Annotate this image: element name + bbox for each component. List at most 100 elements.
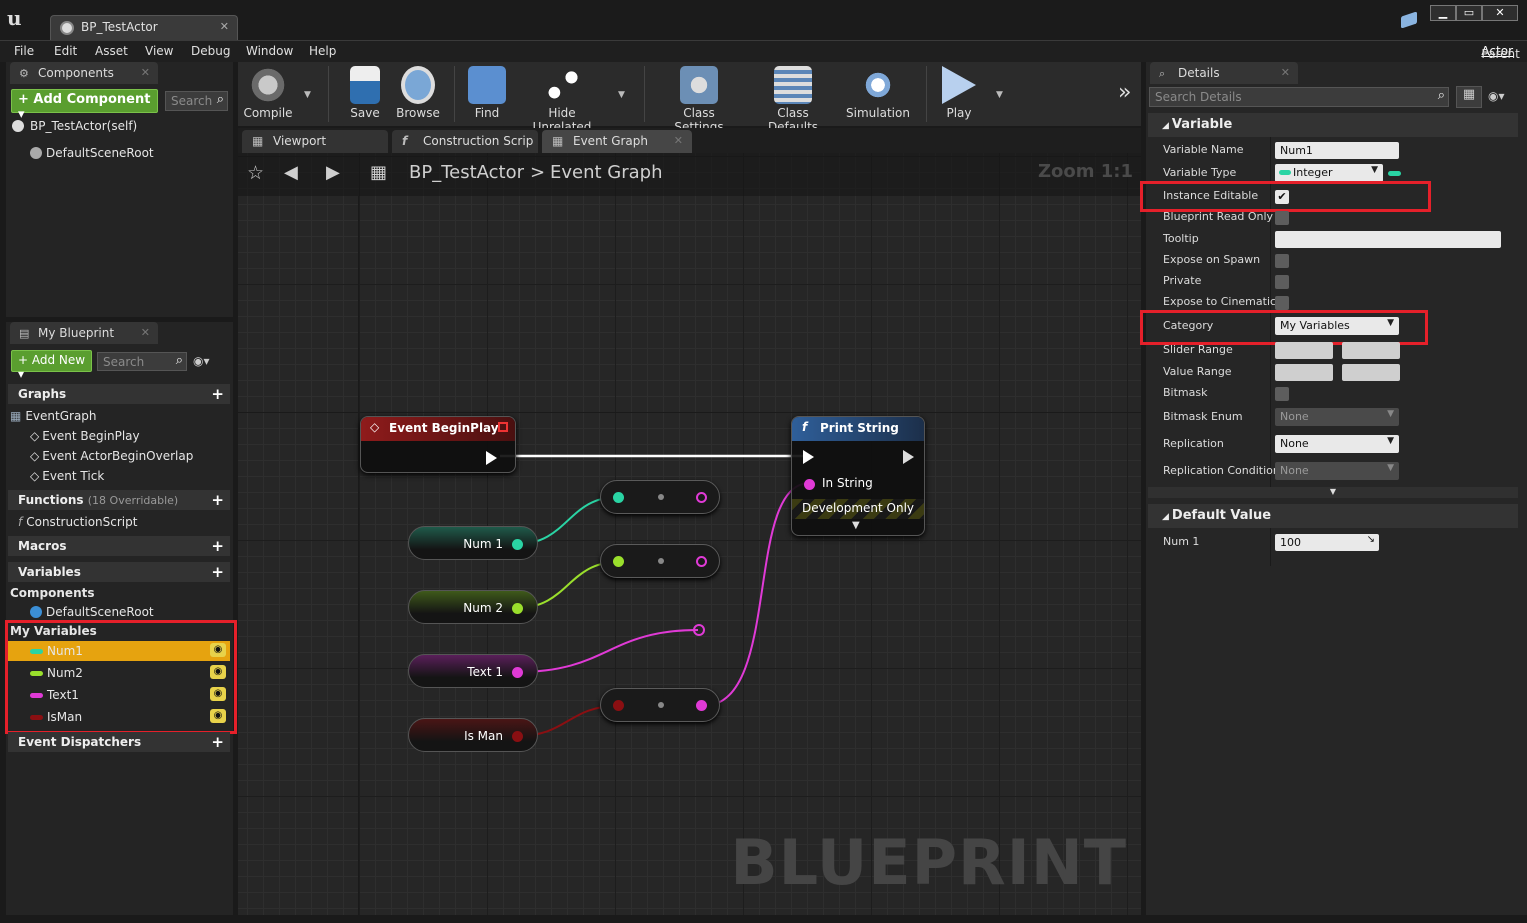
details-search-input[interactable]: Search Details ⌕ bbox=[1149, 87, 1449, 107]
conversion-node-2[interactable] bbox=[600, 544, 720, 578]
add-component-button[interactable]: + Add Component ▾ bbox=[11, 89, 158, 122]
conversion-node-1[interactable] bbox=[600, 480, 720, 514]
print-string-node[interactable]: f Print String In String Development Onl… bbox=[791, 416, 925, 536]
replication-condition-select[interactable]: None ▼ bbox=[1275, 462, 1399, 480]
exec-out-pin[interactable] bbox=[903, 450, 914, 464]
play-dropdown-icon[interactable]: ▼ bbox=[996, 90, 1003, 100]
close-tab-icon[interactable]: ✕ bbox=[220, 20, 229, 33]
exec-out-pin[interactable] bbox=[486, 451, 497, 465]
num1-out-pin[interactable] bbox=[512, 539, 523, 550]
find-button[interactable]: Find bbox=[466, 66, 508, 120]
component-var-root[interactable]: DefaultSceneRoot bbox=[30, 605, 154, 619]
menu-view[interactable]: View bbox=[145, 44, 173, 58]
function-item-construction[interactable]: f ConstructionScript bbox=[18, 515, 137, 529]
components-search-input[interactable]: Search ⌕ bbox=[165, 91, 228, 111]
expose-on-spawn-checkbox[interactable] bbox=[1275, 254, 1289, 268]
conv-out-pin[interactable] bbox=[696, 556, 707, 567]
tab-viewport[interactable]: ▦ Viewport bbox=[242, 130, 388, 153]
class-settings-button[interactable]: Class Settings bbox=[658, 66, 740, 134]
hide-unrelated-dropdown-icon[interactable]: ▼ bbox=[618, 90, 625, 100]
value-range-max-input[interactable] bbox=[1342, 364, 1400, 381]
hide-unrelated-button[interactable]: Hide Unrelated bbox=[520, 66, 604, 134]
add-function-icon[interactable]: + bbox=[211, 491, 224, 509]
macros-section-header[interactable]: Macros + bbox=[8, 536, 230, 556]
isman-out-pin[interactable] bbox=[512, 731, 523, 742]
view-options-icon[interactable]: ◉▾ bbox=[193, 354, 210, 368]
graph-item-beginoverlap[interactable]: ◇ Event ActorBeginOverlap bbox=[30, 449, 193, 463]
details-tab[interactable]: ⌕ Details ✕ bbox=[1150, 62, 1298, 84]
menu-edit[interactable]: Edit bbox=[54, 44, 77, 58]
document-tab[interactable]: BP_TestActor ✕ bbox=[50, 15, 238, 40]
event-dispatchers-header[interactable]: Event Dispatchers + bbox=[8, 732, 230, 752]
add-graph-icon[interactable]: + bbox=[211, 385, 224, 403]
private-checkbox[interactable] bbox=[1275, 275, 1289, 289]
conv-out-pin[interactable] bbox=[696, 700, 707, 711]
close-details-icon[interactable]: ✕ bbox=[1281, 66, 1290, 79]
blueprint-read-only-checkbox[interactable] bbox=[1275, 211, 1289, 225]
drag-spinner-icon[interactable]: ↘ bbox=[1367, 534, 1375, 545]
add-macro-icon[interactable]: + bbox=[211, 537, 224, 555]
default-value-section-header[interactable]: ◢ Default Value bbox=[1148, 504, 1518, 528]
slider-range-min-input[interactable] bbox=[1275, 342, 1333, 359]
graph-item-eventgraph[interactable]: ▦ EventGraph bbox=[10, 409, 97, 423]
conversion-node-3[interactable] bbox=[600, 688, 720, 722]
menu-debug[interactable]: Debug bbox=[191, 44, 230, 58]
components-tab[interactable]: ⚙ Components ✕ bbox=[10, 62, 158, 84]
default-num1-input[interactable]: 100 ↘ bbox=[1275, 534, 1379, 551]
add-variable-icon[interactable]: + bbox=[211, 563, 224, 581]
value-range-min-input[interactable] bbox=[1275, 364, 1333, 381]
delegate-pin-icon[interactable] bbox=[498, 422, 508, 432]
event-graph-canvas[interactable]: ☆ ◀ ▶ ▦ BP_TestActor > Event Graph Zoom … bbox=[238, 153, 1141, 915]
get-num2-node[interactable]: Num 2 bbox=[408, 590, 538, 624]
toolbar-overflow-icon[interactable]: » bbox=[1118, 80, 1131, 105]
browse-button[interactable]: Browse bbox=[394, 66, 442, 120]
string-input-pin[interactable] bbox=[804, 479, 815, 490]
conv-in-pin[interactable] bbox=[613, 492, 624, 503]
text1-out-pin[interactable] bbox=[512, 667, 523, 678]
my-blueprint-tab[interactable]: ▤ My Blueprint ✕ bbox=[10, 322, 158, 344]
advanced-expand-icon[interactable]: ▼ bbox=[852, 520, 860, 531]
get-num1-node[interactable]: Num 1 bbox=[408, 526, 538, 560]
variables-section-header[interactable]: Variables + bbox=[8, 562, 230, 582]
save-button[interactable]: Save bbox=[344, 66, 386, 120]
tab-event-graph[interactable]: ▦ Event Graph ✕ bbox=[542, 130, 692, 153]
close-components-icon[interactable]: ✕ bbox=[141, 66, 150, 79]
bitmask-checkbox[interactable] bbox=[1275, 387, 1289, 401]
property-matrix-icon[interactable]: ▦ bbox=[1456, 86, 1482, 108]
event-beginplay-node[interactable]: ◇ Event BeginPlay bbox=[360, 416, 516, 473]
simulation-button[interactable]: Simulation bbox=[844, 66, 912, 120]
menu-asset[interactable]: Asset bbox=[95, 44, 128, 58]
menu-window[interactable]: Window bbox=[246, 44, 293, 58]
play-button[interactable]: Play bbox=[936, 66, 982, 120]
close-tab-icon[interactable]: ✕ bbox=[674, 134, 683, 147]
conv-out-pin[interactable] bbox=[696, 492, 707, 503]
graphs-section-header[interactable]: Graphs + bbox=[8, 384, 230, 404]
exec-in-pin[interactable] bbox=[803, 450, 814, 464]
component-item-root[interactable]: DefaultSceneRoot bbox=[30, 146, 154, 160]
advanced-expand-icon[interactable]: ▼ bbox=[1148, 487, 1518, 498]
tooltip-input[interactable] bbox=[1275, 231, 1501, 248]
replication-select[interactable]: None ▼ bbox=[1275, 435, 1399, 453]
graph-item-beginplay[interactable]: ◇ Event BeginPlay bbox=[30, 429, 140, 443]
add-dispatcher-icon[interactable]: + bbox=[211, 733, 224, 751]
maximize-button[interactable]: ▭ bbox=[1456, 5, 1482, 21]
variable-name-input[interactable]: Num1 bbox=[1275, 142, 1399, 159]
menu-file[interactable]: File bbox=[14, 44, 34, 58]
functions-section-header[interactable]: Functions (18 Overridable) + bbox=[8, 490, 230, 510]
menu-help[interactable]: Help bbox=[309, 44, 336, 58]
get-isman-node[interactable]: Is Man bbox=[408, 718, 538, 752]
conv-in-pin[interactable] bbox=[613, 700, 624, 711]
slider-range-max-input[interactable] bbox=[1342, 342, 1400, 359]
compile-button[interactable]: Compile bbox=[242, 66, 294, 120]
graph-item-tick[interactable]: ◇ Event Tick bbox=[30, 469, 104, 483]
components-var-group[interactable]: Components bbox=[10, 586, 95, 600]
view-options-icon[interactable]: ◉▾ bbox=[1488, 89, 1505, 103]
class-defaults-button[interactable]: Class Defaults bbox=[752, 66, 834, 134]
num2-out-pin[interactable] bbox=[512, 603, 523, 614]
feedback-icon[interactable] bbox=[1401, 11, 1417, 29]
expose-to-cinematics-checkbox[interactable] bbox=[1275, 296, 1289, 310]
get-text1-node[interactable]: Text 1 bbox=[408, 654, 538, 688]
close-my-blueprint-icon[interactable]: ✕ bbox=[141, 326, 150, 339]
close-window-button[interactable]: ✕ bbox=[1482, 5, 1518, 21]
add-new-button[interactable]: + Add New ▾ bbox=[11, 350, 92, 381]
